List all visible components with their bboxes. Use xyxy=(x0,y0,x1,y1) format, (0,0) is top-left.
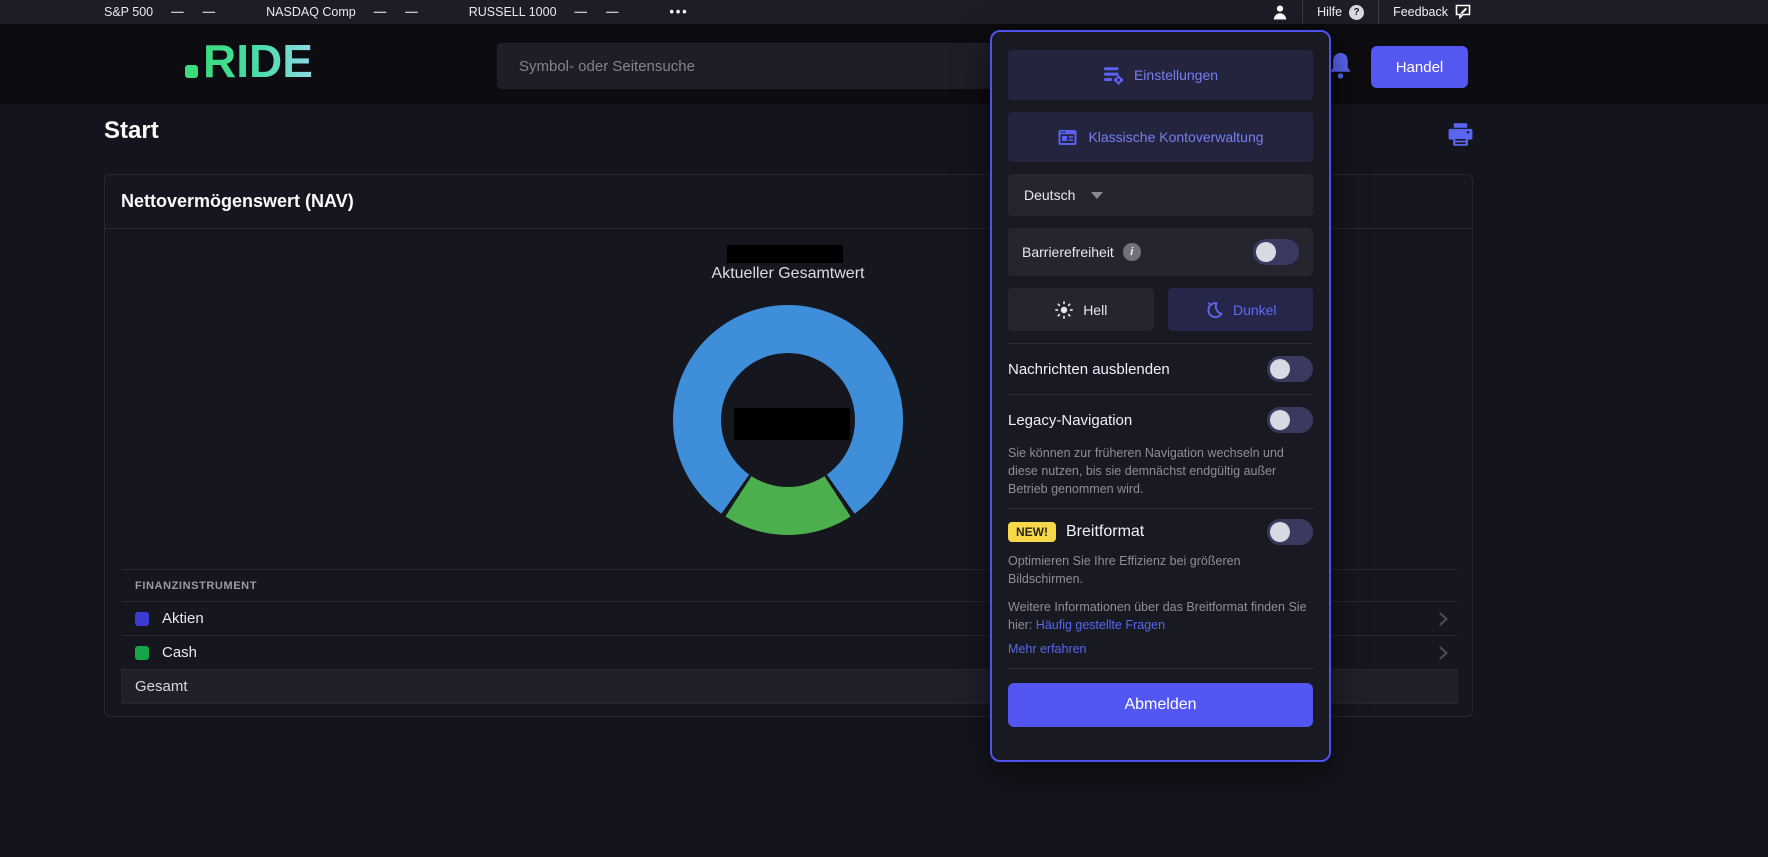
index-change: — xyxy=(405,5,419,19)
wide-format-row: NEW! Breitformat xyxy=(1008,509,1313,553)
ticker-index-nasdaq[interactable]: NASDAQ Comp — — xyxy=(266,5,419,19)
ticker-index-russell[interactable]: RUSSELL 1000 — — xyxy=(469,5,620,19)
wide-format-toggle[interactable] xyxy=(1267,519,1313,546)
learn-more-link[interactable]: Mehr erfahren xyxy=(1008,642,1313,656)
logo-text: RIDE xyxy=(203,35,313,87)
row-label: Cash xyxy=(162,644,198,661)
accessibility-label: Barrierefreiheit xyxy=(1022,244,1114,260)
feedback-bubble-icon xyxy=(1455,4,1472,20)
search-input[interactable] xyxy=(497,43,994,89)
settings-gear-list-icon xyxy=(1103,65,1124,86)
classic-account-button-label: Klassische Kontoverwaltung xyxy=(1088,129,1264,145)
language-select[interactable]: Deutsch xyxy=(1008,174,1313,216)
sun-icon xyxy=(1054,300,1074,320)
row-label: Aktien xyxy=(162,610,204,627)
redacted-donut-value xyxy=(734,408,850,440)
ticker-more-button[interactable]: ••• xyxy=(670,5,689,19)
market-ticker-bar: S&P 500 — — NASDAQ Comp — — RUSSELL 1000… xyxy=(0,0,1768,24)
user-account-icon[interactable] xyxy=(1272,4,1288,21)
info-icon[interactable]: i xyxy=(1122,243,1141,261)
column-header: FINANZINSTRUMENT xyxy=(135,579,258,592)
divider xyxy=(1302,0,1304,24)
app-header: RIDE Handel xyxy=(0,24,1768,104)
help-link[interactable]: Hilfe ? xyxy=(1317,4,1365,20)
ride-logo[interactable]: RIDE xyxy=(185,35,313,87)
index-name: RUSSELL 1000 xyxy=(468,5,557,19)
legacy-nav-toggle[interactable] xyxy=(1267,407,1313,433)
logout-button[interactable]: Abmelden xyxy=(1008,683,1313,728)
page-title: Start xyxy=(104,117,159,144)
index-name: S&P 500 xyxy=(104,5,154,19)
help-label: Hilfe xyxy=(1317,5,1343,19)
index-change: — xyxy=(606,5,620,19)
divider xyxy=(1378,0,1380,24)
cash-color-swatch xyxy=(135,645,149,660)
legacy-nav-description: Sie können zur früheren Navigation wechs… xyxy=(1008,446,1284,496)
theme-light-button[interactable]: Hell xyxy=(1008,288,1154,331)
chevron-down-icon xyxy=(1091,191,1104,199)
accessibility-row: Barrierefreiheit i xyxy=(1008,228,1313,276)
trade-button[interactable]: Handel xyxy=(1371,46,1468,88)
classic-account-button[interactable]: Klassische Kontoverwaltung xyxy=(1008,112,1313,162)
index-name: NASDAQ Comp xyxy=(266,5,356,19)
account-window-icon xyxy=(1057,127,1078,148)
feedback-link[interactable]: Feedback xyxy=(1393,4,1472,20)
language-selected-value: Deutsch xyxy=(1024,187,1076,203)
index-value: — xyxy=(373,5,388,19)
hide-news-label: Nachrichten ausblenden xyxy=(1008,360,1170,378)
index-value: — xyxy=(171,5,185,19)
theme-light-label: Hell xyxy=(1083,301,1108,318)
index-change: — xyxy=(202,5,217,19)
legacy-nav-row: Legacy-Navigation xyxy=(1008,395,1313,445)
wide-format-info: Weitere Informationen über das Breitform… xyxy=(1008,599,1313,635)
settings-button[interactable]: Einstellungen xyxy=(1008,50,1313,100)
index-value: — xyxy=(574,5,589,19)
new-badge: NEW! xyxy=(1008,522,1056,543)
redacted-total-value xyxy=(727,245,843,263)
notifications-bell-icon[interactable] xyxy=(1328,51,1353,81)
moon-icon xyxy=(1204,300,1224,320)
hide-news-row: Nachrichten ausblenden xyxy=(1008,344,1313,394)
theme-dark-button[interactable]: Dunkel xyxy=(1167,288,1313,331)
accessibility-toggle[interactable] xyxy=(1253,239,1299,265)
chevron-right-icon xyxy=(1439,612,1448,626)
theme-dark-label: Dunkel xyxy=(1232,301,1277,318)
hide-news-toggle[interactable] xyxy=(1267,356,1313,382)
faq-link[interactable]: Häufig gestellte Fragen xyxy=(1036,618,1165,632)
ticker-index-sp500[interactable]: S&P 500 — — xyxy=(104,5,216,19)
theme-switcher: Hell Dunkel xyxy=(1008,288,1313,331)
settings-popover: Einstellungen Klassische Kontoverwaltung… xyxy=(990,30,1331,762)
chevron-right-icon xyxy=(1439,646,1448,660)
chart-center-caption: Aktueller Gesamtwert xyxy=(711,265,865,282)
divider xyxy=(1008,668,1313,670)
aktien-color-swatch xyxy=(135,611,149,626)
settings-button-label: Einstellungen xyxy=(1133,67,1219,83)
legacy-nav-label: Legacy-Navigation xyxy=(1008,411,1133,429)
feedback-label: Feedback xyxy=(1393,5,1448,19)
print-icon[interactable] xyxy=(1447,121,1474,148)
wide-format-label: Breitformat xyxy=(1066,523,1145,541)
logo-dot xyxy=(185,64,198,78)
question-icon: ? xyxy=(1349,4,1365,20)
wide-format-description: Optimieren Sie Ihre Effizienz bei größer… xyxy=(1008,554,1241,586)
